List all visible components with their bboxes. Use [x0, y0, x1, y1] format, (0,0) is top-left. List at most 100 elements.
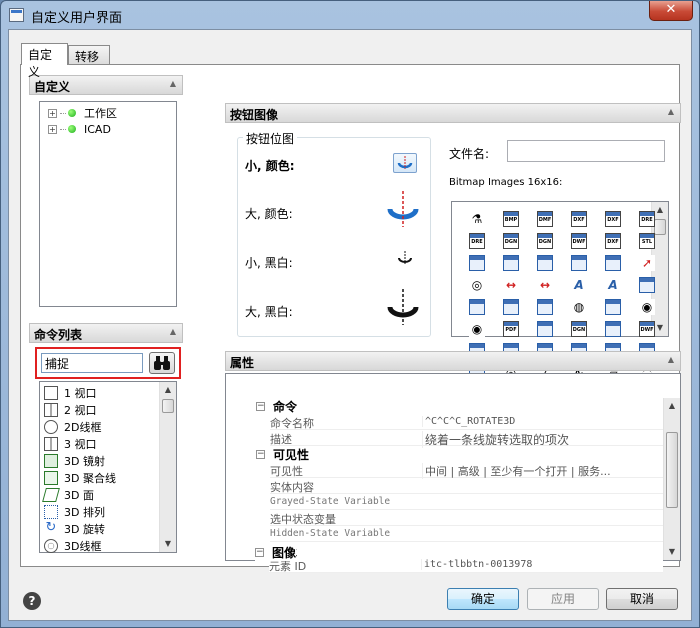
- list-item[interactable]: 3D 镜射: [44, 452, 105, 469]
- bitmap-dxf-icon[interactable]: DXF: [605, 233, 621, 249]
- command-search-input[interactable]: 捕捉: [41, 353, 143, 373]
- prop-row[interactable]: 选中状态变量: [270, 510, 664, 526]
- filename-input[interactable]: [507, 140, 665, 162]
- expand-icon[interactable]: +: [48, 108, 57, 118]
- scroll-down-icon[interactable]: ▼: [160, 536, 176, 552]
- collapse-icon[interactable]: ▲: [170, 79, 176, 88]
- bitmap-dxf-icon[interactable]: DXF: [571, 211, 587, 227]
- ok-button[interactable]: 确定: [447, 588, 519, 610]
- prop-row[interactable]: 可见性 中间 | 高级 | 至少有一个打开 | 服务...: [270, 462, 664, 479]
- scroll-thumb[interactable]: [666, 432, 678, 508]
- tree-node-icad[interactable]: + ICAD: [48, 121, 111, 137]
- prop-category-image[interactable]: − 图像: [255, 544, 297, 561]
- customize-tree[interactable]: + 工作区 + ICAD: [39, 101, 177, 307]
- bitmap-eye-icon[interactable]: ◉: [639, 299, 655, 315]
- bitmap-doc-icon[interactable]: [537, 321, 553, 337]
- bitmap-dre-icon[interactable]: DRE: [639, 211, 655, 227]
- bitmap-doc-icon[interactable]: [537, 299, 553, 315]
- title-bar[interactable]: 自定义用户界面 ✕: [1, 1, 699, 29]
- button-image-header[interactable]: 按钮图像 ▲: [225, 103, 681, 123]
- bitmap-doc-icon[interactable]: [605, 255, 621, 271]
- bitmap-arrow-icon[interactable]: ➚: [639, 255, 655, 271]
- bitmap-doc-icon[interactable]: [639, 277, 655, 293]
- collapse-icon[interactable]: ▲: [668, 107, 674, 116]
- bitmap-doc-icon[interactable]: [537, 255, 553, 271]
- bitmap-dgn-icon[interactable]: DGN: [571, 321, 587, 337]
- customize-panel-header[interactable]: 自定义 ▲: [29, 75, 183, 95]
- bitmap-doc-icon[interactable]: [605, 299, 621, 315]
- command-list-scrollbar[interactable]: ▲ ▼: [159, 382, 176, 552]
- tree-node-workspace[interactable]: + 工作区: [48, 105, 117, 121]
- list-item[interactable]: 3D线框: [44, 537, 101, 554]
- close-button[interactable]: ✕: [649, 1, 693, 21]
- find-button[interactable]: [149, 352, 175, 374]
- prop-category-command[interactable]: − 命令: [256, 398, 297, 415]
- list-item[interactable]: 2 视口: [44, 401, 97, 418]
- bitmap-dim-icon[interactable]: ↔: [503, 277, 519, 293]
- bitmap-pdf-icon[interactable]: PDF: [503, 321, 519, 337]
- bitmap-doc-icon[interactable]: [469, 299, 485, 315]
- collapse-minus-icon[interactable]: −: [255, 548, 264, 557]
- collapse-icon[interactable]: ▲: [170, 327, 176, 336]
- bitmap-dwf-icon[interactable]: DWF: [571, 233, 587, 249]
- scroll-up-icon[interactable]: ▲: [160, 382, 176, 398]
- bitmap-doc-icon[interactable]: [503, 255, 519, 271]
- bitmap-doc-icon[interactable]: [605, 321, 621, 337]
- apply-button[interactable]: 应用: [527, 588, 599, 610]
- prop-row[interactable]: Hidden-State Variable: [270, 526, 664, 542]
- bitmap-dgn-icon[interactable]: DGN: [537, 233, 553, 249]
- list-item[interactable]: 3D 面: [42, 486, 94, 503]
- bitmap-dre-icon[interactable]: DRE: [469, 233, 485, 249]
- bitmap-dgn-icon[interactable]: DGN: [503, 233, 519, 249]
- small-mono-preview[interactable]: [395, 249, 415, 267]
- prop-row[interactable]: 命令名称 ^C^C^C_ROTATE3D: [270, 414, 664, 430]
- bitmap-stl-icon[interactable]: STL: [639, 233, 655, 249]
- properties-scrollbar[interactable]: ▲ ▼: [663, 398, 680, 560]
- bitmap-globe-icon[interactable]: ◍: [571, 299, 587, 315]
- rotate-3d-icon: [397, 156, 413, 169]
- list-item[interactable]: 1 视口: [44, 384, 97, 401]
- bitmap-doc-icon[interactable]: [469, 255, 485, 271]
- prop-row[interactable]: 描述 绕着一条线旋转选取的项次: [270, 430, 664, 448]
- list-item[interactable]: 3 视口: [44, 435, 97, 452]
- scroll-thumb[interactable]: [162, 399, 174, 413]
- command-list[interactable]: 1 视口 2 视口 2D线框 3 视口 3D 镜射 3D 聚合线 3D 面 3D…: [39, 381, 177, 553]
- collapse-minus-icon[interactable]: −: [256, 450, 265, 459]
- bitmap-bmp-icon[interactable]: BMP: [503, 211, 519, 227]
- bitmap-dxf-icon[interactable]: DXF: [605, 211, 621, 227]
- small-color-preview[interactable]: [393, 153, 417, 173]
- tab-transfer[interactable]: 转移: [68, 45, 110, 64]
- bitmap-dim-icon[interactable]: ↔: [537, 277, 553, 293]
- collapse-icon[interactable]: ▲: [668, 355, 674, 364]
- prop-category-visibility[interactable]: − 可见性: [256, 446, 309, 463]
- large-mono-preview[interactable]: [385, 287, 421, 327]
- cancel-button[interactable]: 取消: [606, 588, 678, 610]
- list-item[interactable]: 2D线框: [44, 418, 101, 435]
- bitmap-dwf-icon[interactable]: DWF: [639, 321, 655, 337]
- bitmap-circle-icon[interactable]: ◎: [469, 277, 485, 293]
- prop-row[interactable]: 实体内容: [270, 478, 664, 494]
- bitmap-a-icon[interactable]: A: [571, 277, 587, 293]
- scroll-up-icon[interactable]: ▲: [664, 398, 680, 414]
- properties-grid[interactable]: − 命令 命令名称 ^C^C^C_ROTATE3D 描述 绕着一条线旋转选取的项次 −…: [225, 373, 681, 561]
- list-item[interactable]: 3D 排列: [44, 503, 105, 520]
- prop-row[interactable]: Grayed-State Variable: [270, 494, 664, 510]
- bitmap-doc-icon[interactable]: [571, 255, 587, 271]
- bitmap-eye-icon[interactable]: ◉: [469, 321, 485, 337]
- list-item[interactable]: 3D 聚合线: [44, 469, 116, 486]
- bitmap-doc-icon[interactable]: [503, 299, 519, 315]
- help-icon[interactable]: ?: [23, 592, 41, 610]
- collapse-minus-icon[interactable]: −: [256, 402, 265, 411]
- expand-icon[interactable]: +: [48, 124, 57, 134]
- command-list-header[interactable]: 命令列表 ▲: [29, 323, 183, 343]
- scroll-down-icon[interactable]: ▼: [664, 544, 680, 560]
- list-item[interactable]: ↻ 3D 旋转: [44, 520, 105, 537]
- properties-header[interactable]: 属性 ▲: [225, 351, 681, 371]
- viewport-1-icon: [44, 385, 58, 400]
- bitmap-flask-icon[interactable]: ⚗: [469, 211, 485, 227]
- large-color-preview[interactable]: [385, 189, 421, 229]
- prop-row[interactable]: 元素 ID itc-tlbbtn-0013978: [269, 557, 663, 573]
- tab-customize[interactable]: 自定义: [21, 43, 68, 79]
- bitmap-a-icon[interactable]: A: [605, 277, 621, 293]
- bitmap-dmf-icon[interactable]: DMF: [537, 211, 553, 227]
